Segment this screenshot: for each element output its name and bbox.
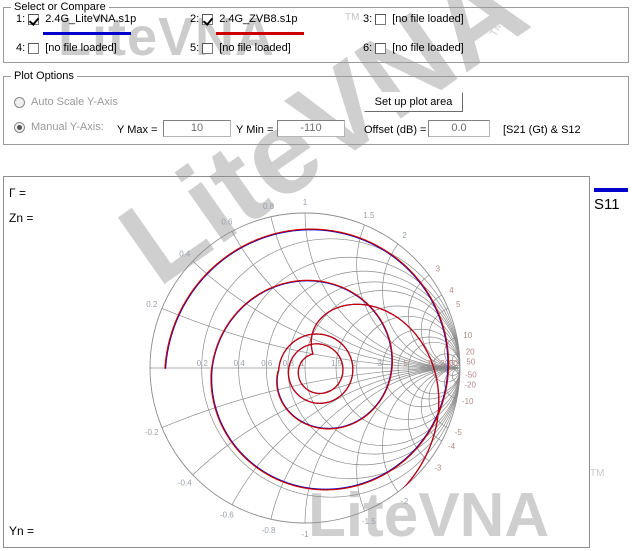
- file-slot-5-number: 5:: [190, 42, 200, 54]
- yn-readout-label: Yn =: [9, 524, 35, 538]
- file-slot-4-checkbox[interactable]: [28, 42, 40, 54]
- offset-input[interactable]: 0.0: [428, 120, 490, 137]
- select-or-compare-legend: Select or Compare: [11, 1, 109, 13]
- file-slot-2-trace-color: [216, 32, 304, 35]
- file-slot-6[interactable]: 6: [no file loaded]: [363, 42, 464, 54]
- svg-text:1: 1: [303, 198, 308, 207]
- file-slot-2[interactable]: 2: 2.4G_ZVB8.s1p: [190, 13, 297, 25]
- svg-text:0.6: 0.6: [261, 359, 273, 368]
- svg-text:50: 50: [466, 357, 475, 366]
- svg-text:5: 5: [403, 359, 408, 368]
- file-slot-6-label: [no file loaded]: [392, 42, 464, 54]
- y-min-input[interactable]: -110: [277, 120, 345, 137]
- auto-scale-y-axis-label: Auto Scale Y-Axis: [31, 96, 118, 108]
- offset-note: [S21 (Gt) & S12: [503, 124, 581, 136]
- offset-label: Offset (dB) =: [364, 124, 427, 136]
- smith-chart-grid: [150, 213, 460, 523]
- file-slot-5-checkbox[interactable]: [202, 42, 214, 54]
- file-slot-2-number: 2:: [190, 13, 200, 25]
- file-slot-3-label: [no file loaded]: [392, 13, 464, 25]
- svg-text:2: 2: [402, 231, 407, 240]
- file-slot-1-label: 2.4G_LiteVNA.s1p: [45, 13, 137, 25]
- manual-y-axis-radio[interactable]: [14, 121, 25, 133]
- svg-text:-10: -10: [462, 397, 474, 406]
- svg-text:1.5: 1.5: [363, 211, 375, 220]
- svg-text:-0.2: -0.2: [145, 428, 159, 437]
- svg-text:-0.4: -0.4: [178, 478, 192, 487]
- plot-options-legend: Plot Options: [11, 70, 77, 82]
- svg-text:-20: -20: [464, 381, 476, 390]
- file-slot-4-number: 4:: [16, 42, 26, 54]
- smith-chart[interactable]: 0.2 0.4 0.6 0.8 1 1.5 2 3 5 10 20 500.2-0.20.4-0.40…: [3, 176, 590, 548]
- svg-text:5: 5: [456, 300, 461, 309]
- file-slot-6-number: 6:: [363, 42, 373, 54]
- svg-text:-2: -2: [401, 497, 409, 506]
- s11-legend-color-swatch: [594, 188, 628, 192]
- svg-text:-0.6: -0.6: [220, 510, 234, 519]
- svg-text:3: 3: [436, 264, 441, 273]
- svg-text:3: 3: [378, 359, 383, 368]
- svg-text:-4: -4: [448, 442, 456, 451]
- zn-readout-label: Zn =: [9, 211, 34, 225]
- file-slot-2-label: 2.4G_ZVB8.s1p: [219, 13, 298, 25]
- file-slot-3-checkbox[interactable]: [375, 13, 387, 25]
- svg-text:50: 50: [449, 359, 458, 368]
- file-slot-4-label: [no file loaded]: [45, 42, 117, 54]
- svg-text:-0.8: -0.8: [262, 526, 276, 535]
- y-max-input[interactable]: 10: [163, 120, 231, 137]
- y-min-label: Y Min =: [236, 124, 274, 136]
- file-slot-4[interactable]: 4: [no file loaded]: [16, 42, 117, 54]
- watermark-tm-bottom: TM: [590, 468, 605, 479]
- auto-scale-y-axis-radio-row[interactable]: Auto Scale Y-Axis: [14, 96, 118, 108]
- svg-text:0.2: 0.2: [146, 300, 158, 309]
- gamma-readout-label: Γ =: [9, 186, 26, 200]
- svg-text:20: 20: [466, 347, 475, 356]
- file-slot-6-checkbox[interactable]: [375, 42, 387, 54]
- svg-text:10: 10: [463, 331, 472, 340]
- manual-y-axis-radio-row[interactable]: Manual Y-Axis:: [14, 121, 104, 133]
- svg-text:0.6: 0.6: [221, 218, 233, 227]
- svg-text:0.4: 0.4: [234, 359, 246, 368]
- y-max-label: Y Max =: [117, 124, 158, 136]
- svg-text:0.2: 0.2: [197, 359, 209, 368]
- trace-1: [164, 229, 449, 523]
- file-slot-1[interactable]: 1: 2.4G_LiteVNA.s1p: [16, 13, 136, 25]
- file-slot-3[interactable]: 3: [no file loaded]: [363, 13, 464, 25]
- svg-text:-50: -50: [465, 371, 477, 380]
- auto-scale-y-axis-radio[interactable]: [14, 96, 25, 108]
- svg-text:-1: -1: [301, 530, 309, 539]
- svg-text:-5: -5: [455, 428, 463, 437]
- s11-legend-label: S11: [594, 196, 620, 213]
- file-slot-5-label: [no file loaded]: [219, 42, 291, 54]
- file-slot-1-number: 1:: [16, 13, 26, 25]
- svg-text:-3: -3: [434, 464, 442, 473]
- set-up-plot-area-button[interactable]: Set up plot area: [364, 92, 463, 112]
- file-slot-5[interactable]: 5: [no file loaded]: [190, 42, 291, 54]
- file-slot-1-checkbox[interactable]: [28, 13, 40, 25]
- svg-text:0.8: 0.8: [263, 202, 275, 211]
- manual-y-axis-label: Manual Y-Axis:: [31, 121, 104, 133]
- svg-text:0.4: 0.4: [179, 250, 191, 259]
- file-slot-3-number: 3:: [363, 13, 373, 25]
- file-slot-2-checkbox[interactable]: [202, 13, 214, 25]
- file-slot-1-trace-color: [43, 32, 131, 35]
- svg-text:4: 4: [449, 286, 454, 295]
- svg-text:-1.5: -1.5: [362, 517, 376, 526]
